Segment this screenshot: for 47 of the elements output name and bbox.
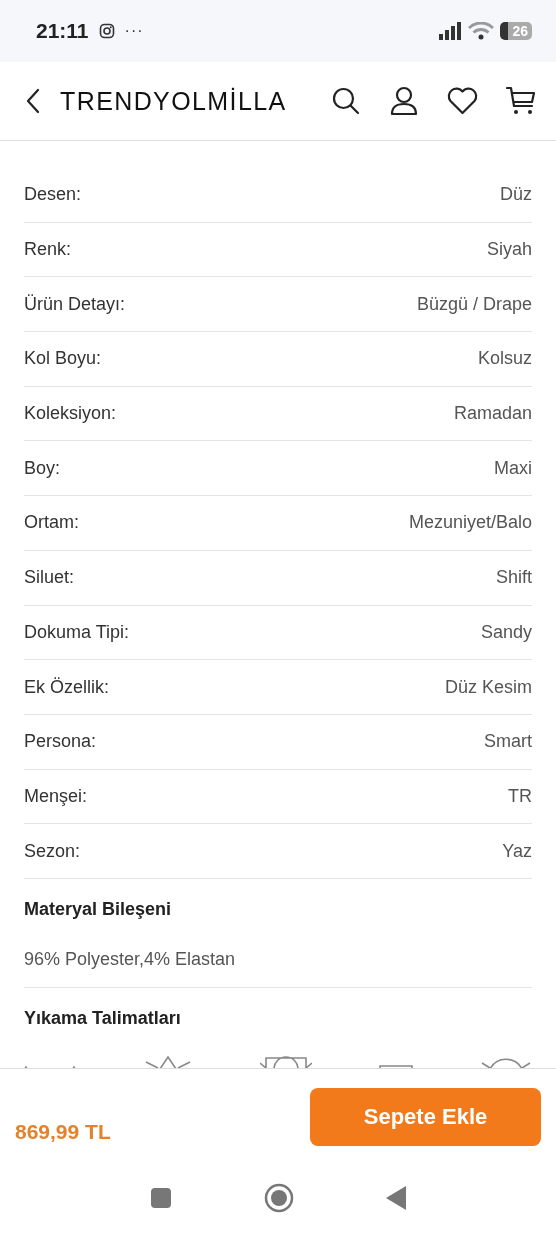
attribute-label: Persona: [24, 731, 97, 753]
search-icon[interactable] [331, 86, 361, 116]
attribute-value: Sandy [480, 621, 532, 643]
attribute-label: Renk: [24, 239, 72, 261]
home-button[interactable] [264, 1182, 294, 1213]
attribute-label: Sezon: [24, 840, 81, 862]
recents-button[interactable] [150, 1186, 172, 1209]
attribute-label: Menşei: [24, 785, 88, 807]
battery-indicator: 26 [500, 22, 532, 40]
more-notifications-text: ··· [124, 22, 144, 40]
attribute-label: Kol Boyu: [24, 348, 102, 370]
heart-icon[interactable] [447, 87, 478, 115]
attribute-label: Siluet: [24, 567, 75, 589]
back-nav-button[interactable] [386, 1185, 406, 1210]
status-time: 21:11 [36, 19, 89, 43]
attribute-value: Düz Kesim [444, 676, 532, 698]
attribute-value: Smart [484, 731, 532, 753]
wifi-icon [468, 22, 495, 40]
material-text: 96% Polyester,4% Elastan [24, 947, 237, 971]
attribute-label: Ürün Detayı: [24, 293, 126, 315]
section-title: Materyal Bileşeni [24, 897, 173, 921]
signal-icon [439, 22, 463, 40]
attribute-value: Büzgü / Drape [416, 293, 532, 315]
cart-icon[interactable] [506, 86, 536, 116]
attribute-value: TR [508, 785, 532, 807]
attribute-value: Siyah [486, 239, 532, 261]
back-button[interactable] [24, 88, 42, 114]
price: 869,99 TL [15, 1120, 111, 1144]
attribute-value: Ramadan [453, 403, 532, 425]
attribute-value: Maxi [494, 457, 532, 479]
attribute-value: Yaz [502, 840, 532, 862]
attribute-label: Koleksiyon: [24, 403, 117, 425]
attribute-value: Kolsuz [477, 348, 532, 370]
attribute-label: Boy: [24, 457, 61, 479]
user-icon[interactable] [389, 86, 419, 116]
attribute-label: Ortam: [24, 512, 79, 534]
tumble-dry-icon [260, 1055, 312, 1068]
brand-logo[interactable]: TRENDYOLMİLLA [60, 86, 287, 116]
section-title: Yıkama Talimatları [24, 1006, 182, 1030]
camera-app-icon [98, 23, 115, 39]
circle-symbol-icon [480, 1055, 532, 1068]
attribute-value: Shift [495, 567, 532, 589]
attribute-label: Dokuma Tipi: [24, 621, 130, 643]
attribute-value: Düz [500, 184, 532, 206]
attribute-label: Ek Özellik: [24, 676, 110, 698]
attribute-label: Desen: [24, 184, 82, 206]
attribute-value: Mezuniyet/Balo [408, 512, 532, 534]
